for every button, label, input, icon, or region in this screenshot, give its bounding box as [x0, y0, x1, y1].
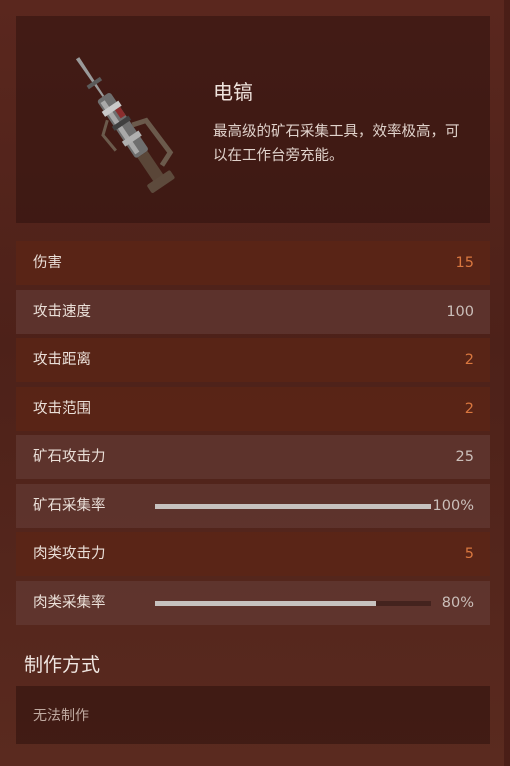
stat-label: 矿石攻击力 [33, 449, 106, 465]
stat-value: 100 [446, 303, 474, 320]
stat-value: 2 [464, 352, 474, 368]
stat-label: 肉类采集率 [33, 594, 106, 611]
stat-label: 攻击范围 [33, 400, 91, 417]
item-description: 最高级的矿石采集工具，效率极高，可以在工作台旁充能。 [213, 124, 460, 164]
crafting-text: 无法制作 [33, 708, 89, 724]
meat-gather-rate-bar-fill [155, 600, 376, 606]
stat-row-attack-speed: 攻击速度 100 [16, 289, 490, 334]
item-name: 电镐 [213, 80, 253, 104]
stat-value: 15 [455, 255, 474, 271]
stat-label: 肉类攻击力 [33, 546, 106, 562]
stat-label: 攻击距离 [33, 352, 91, 368]
stat-value: 5 [464, 546, 474, 562]
ore-gather-rate-bar-fill [155, 503, 431, 509]
crafting-box: 无法制作 [16, 686, 490, 744]
stat-value: 25 [455, 449, 474, 465]
stat-row-meat-attack: 肉类攻击力 5 [16, 532, 490, 576]
stat-row-attack-area: 攻击范围 2 [16, 386, 490, 431]
stat-label: 伤害 [33, 255, 62, 271]
stat-row-ore-attack: 矿石攻击力 25 [16, 435, 490, 479]
stats-list: 伤害 15 攻击速度 100 攻击距离 2 攻击范围 2 矿石攻击力 25 矿石… [16, 241, 490, 629]
crafting-title: 制作方式 [24, 654, 101, 676]
item-card: 电镐 最高级的矿石采集工具，效率极高，可以在工作台旁充能。 [16, 16, 490, 223]
stat-row-damage: 伤害 15 [16, 241, 490, 285]
electric-pickaxe-icon [75, 57, 175, 193]
ore-gather-rate-bar [155, 503, 431, 509]
stat-row-attack-range: 攻击距离 2 [16, 338, 490, 382]
stat-row-meat-gather-rate: 肉类采集率 80% [16, 580, 490, 625]
stat-value: 2 [464, 400, 474, 417]
stat-row-ore-gather-rate: 矿石采集率 100% [16, 483, 490, 528]
stat-value: 100% [432, 497, 474, 514]
stat-label: 矿石采集率 [33, 497, 106, 514]
stat-label: 攻击速度 [33, 303, 91, 320]
meat-gather-rate-bar [155, 600, 431, 606]
scrollbar-track[interactable] [504, 0, 510, 766]
stat-value: 80% [441, 594, 474, 611]
